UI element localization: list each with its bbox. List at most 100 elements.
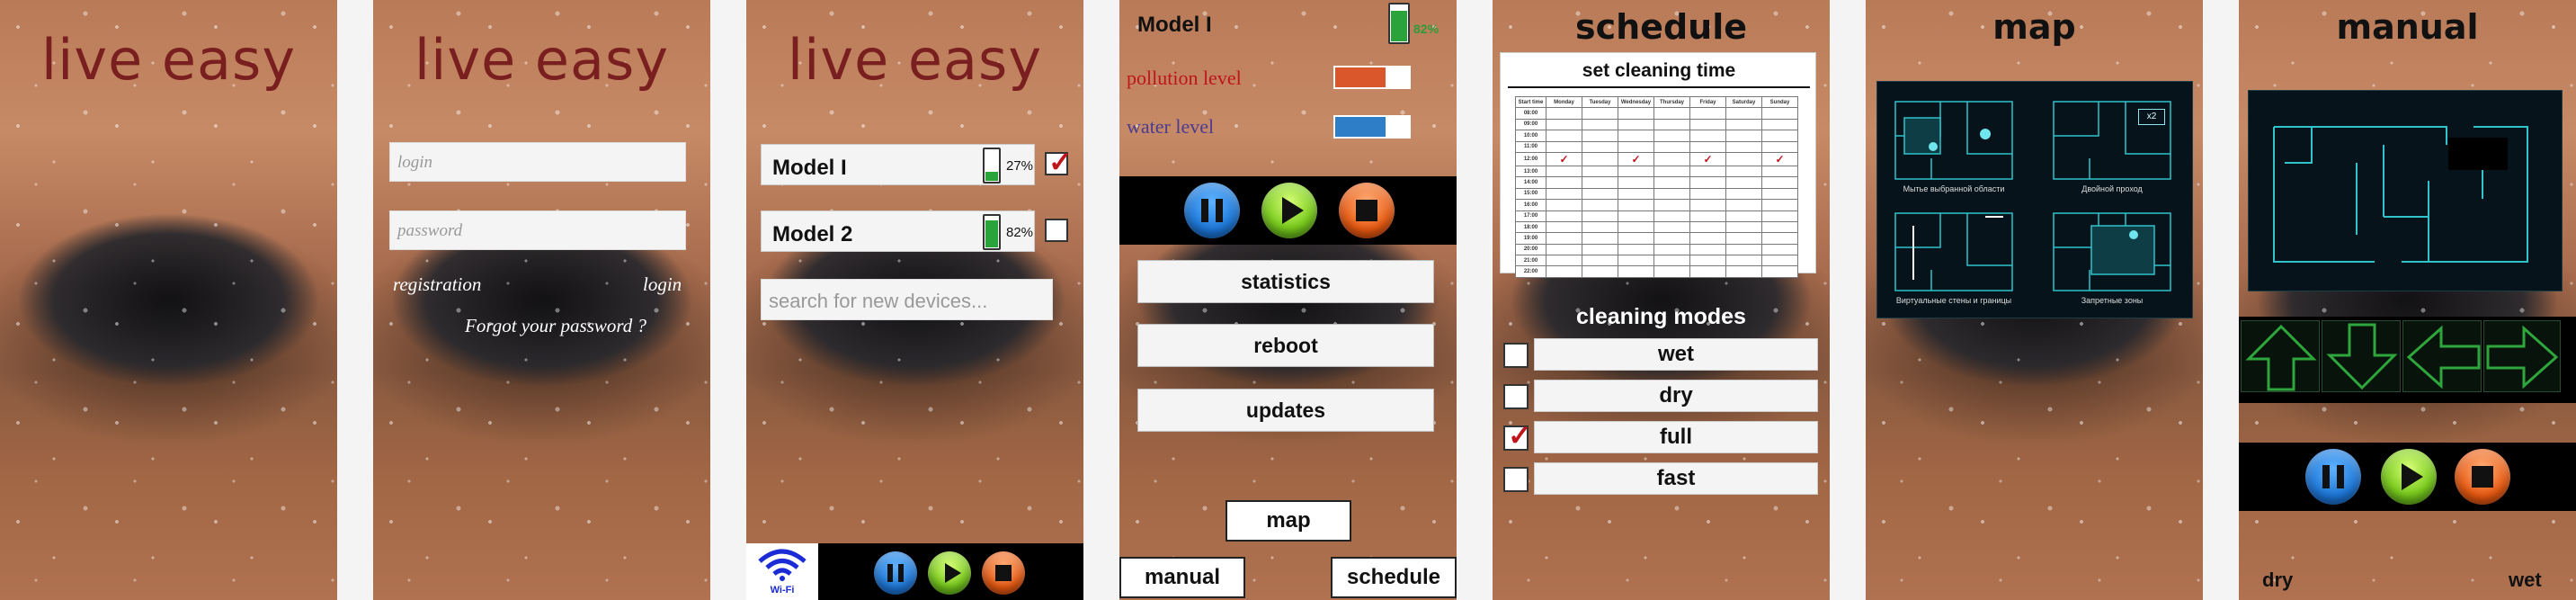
schedule-slot[interactable] [1546,243,1582,256]
schedule-slot[interactable] [1725,255,1762,267]
schedule-slot[interactable] [1618,130,1654,142]
schedule-slot[interactable] [1653,220,1690,234]
schedule-slot[interactable] [1725,118,1762,131]
schedule-slot[interactable] [1725,232,1762,245]
mode-checkbox-full[interactable]: ✓ [1503,419,1532,452]
password-input[interactable]: password [389,210,686,250]
schedule-slot[interactable] [1761,130,1798,142]
schedule-slot[interactable] [1689,107,1726,120]
schedule-slot[interactable] [1761,243,1798,256]
play-button[interactable] [2381,449,2437,505]
schedule-slot[interactable] [1725,165,1762,178]
arrow-down-button[interactable] [2322,320,2401,392]
schedule-slot[interactable] [1546,265,1582,278]
play-button[interactable] [1261,183,1317,238]
schedule-slot[interactable] [1546,220,1582,234]
schedule-slot[interactable] [1546,210,1582,222]
wet-label[interactable]: wet [2509,569,2542,592]
schedule-slot[interactable] [1618,210,1654,222]
schedule-slot[interactable] [1725,130,1762,142]
schedule-slot[interactable] [1689,176,1726,189]
device-checkbox-1[interactable]: ✓ [1045,146,1073,178]
schedule-slot[interactable] [1546,176,1582,189]
map-button[interactable]: map [1226,500,1351,542]
mode-full[interactable]: full [1534,421,1818,453]
schedule-slot[interactable] [1689,210,1726,222]
schedule-slot[interactable]: ✓ [1689,151,1726,166]
schedule-slot[interactable] [1725,199,1762,211]
schedule-slot[interactable] [1761,118,1798,131]
schedule-slot[interactable] [1618,165,1654,178]
schedule-slot[interactable] [1618,243,1654,256]
schedule-slot[interactable] [1546,140,1582,153]
schedule-slot[interactable] [1761,165,1798,178]
mode-fast[interactable]: fast [1534,462,1818,495]
login-link[interactable]: login [643,273,682,296]
schedule-slot[interactable] [1582,107,1618,120]
dry-label[interactable]: dry [2262,569,2293,592]
schedule-slot[interactable] [1546,130,1582,142]
schedule-slot[interactable] [1653,210,1690,222]
schedule-slot[interactable] [1653,243,1690,256]
water-level-toggle[interactable] [1333,115,1411,139]
schedule-slot[interactable] [1546,255,1582,267]
schedule-slot[interactable]: ✓ [1761,151,1798,166]
schedule-slot[interactable] [1725,187,1762,201]
schedule-table[interactable]: Start time Monday Tuesday Wednesday Thursday… [1515,95,1798,278]
schedule-slot[interactable] [1725,265,1762,278]
schedule-slot[interactable] [1761,199,1798,211]
mode-checkbox-fast[interactable] [1503,467,1529,492]
manual-button[interactable]: manual [1119,557,1245,598]
schedule-slot[interactable] [1618,118,1654,131]
device-card-2[interactable]: Model 2 82% [761,210,1035,252]
pollution-level-toggle[interactable] [1333,66,1411,89]
schedule-slot[interactable]: ✓ [1618,151,1654,166]
schedule-slot[interactable] [1653,176,1690,189]
schedule-slot[interactable] [1725,210,1762,222]
schedule-slot[interactable] [1582,176,1618,189]
pause-button[interactable] [2305,449,2361,505]
schedule-slot[interactable] [1582,151,1618,166]
schedule-slot[interactable]: ✓ [1546,151,1582,166]
schedule-slot[interactable] [1725,151,1762,166]
mode-dry[interactable]: dry [1534,380,1818,412]
schedule-slot[interactable] [1761,265,1798,278]
schedule-slot[interactable] [1582,118,1618,131]
schedule-slot[interactable] [1582,187,1618,201]
schedule-slot[interactable] [1725,140,1762,153]
mode-wet[interactable]: wet [1534,338,1818,371]
schedule-slot[interactable] [1618,255,1654,267]
schedule-slot[interactable] [1582,232,1618,245]
play-button[interactable] [928,551,971,595]
updates-button[interactable]: updates [1137,389,1434,432]
schedule-slot[interactable] [1582,140,1618,153]
schedule-slot[interactable] [1689,187,1726,201]
schedule-slot[interactable] [1582,255,1618,267]
schedule-slot[interactable] [1546,107,1582,120]
stop-button[interactable] [1339,183,1395,238]
schedule-slot[interactable] [1761,140,1798,153]
schedule-slot[interactable] [1618,199,1654,211]
schedule-slot[interactable] [1546,232,1582,245]
schedule-slot[interactable] [1618,107,1654,120]
schedule-slot[interactable] [1689,130,1726,142]
stop-button[interactable] [2455,449,2510,505]
registration-link[interactable]: registration [393,273,481,296]
stop-button[interactable] [982,551,1025,595]
arrow-up-button[interactable] [2241,320,2320,392]
schedule-slot[interactable] [1653,255,1690,267]
schedule-slot[interactable] [1546,187,1582,201]
schedule-slot[interactable] [1761,220,1798,234]
login-input[interactable]: login [389,142,686,182]
schedule-slot[interactable] [1546,118,1582,131]
schedule-slot[interactable] [1653,130,1690,142]
schedule-button[interactable]: schedule [1331,557,1457,598]
device-search-input[interactable]: search for new devices... [761,279,1053,320]
wifi-button[interactable]: Wi-Fi [746,543,818,600]
schedule-slot[interactable] [1618,265,1654,278]
schedule-slot[interactable] [1725,176,1762,189]
schedule-slot[interactable] [1725,243,1762,256]
schedule-slot[interactable] [1689,232,1726,245]
schedule-slot[interactable] [1582,265,1618,278]
schedule-slot[interactable] [1689,255,1726,267]
